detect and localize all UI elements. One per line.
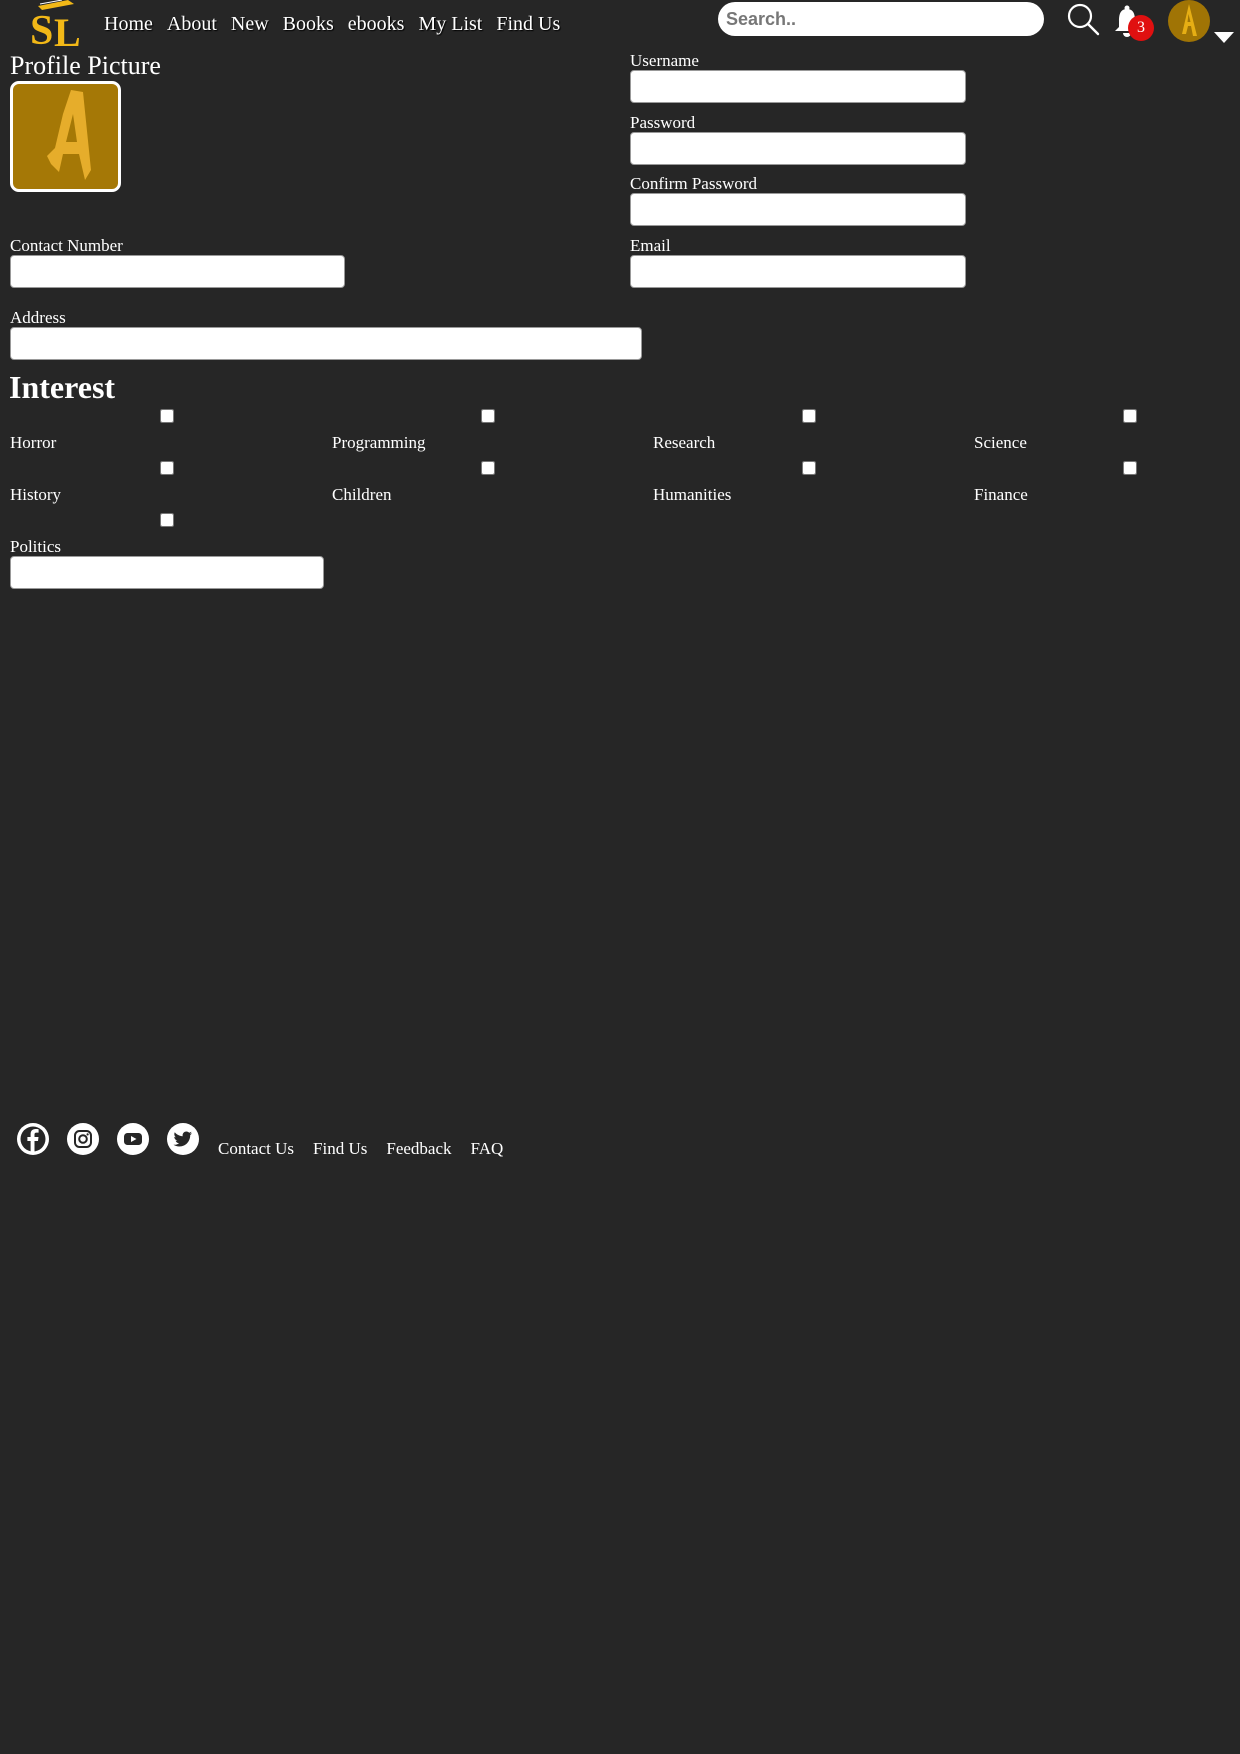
caret-down-icon[interactable] (1214, 32, 1234, 44)
nav-about[interactable]: About (167, 13, 217, 36)
footer-links: Contact Us Find Us Feedback FAQ (218, 1139, 522, 1159)
instagram-icon[interactable] (67, 1123, 99, 1155)
interest-checkbox-children[interactable] (481, 461, 495, 475)
address-label: Address (10, 308, 66, 327)
svg-text:S: S (30, 8, 53, 52)
facebook-glyph (20, 1126, 46, 1153)
avatar[interactable] (1168, 0, 1210, 42)
interest-label-finance: Finance (974, 485, 1028, 504)
address-field[interactable] (10, 327, 642, 360)
confirm-password-field[interactable] (630, 193, 966, 226)
nav-home[interactable]: Home (104, 13, 153, 36)
interest-label-history: History (10, 485, 61, 504)
contact-number-field[interactable] (10, 255, 345, 288)
email-field[interactable] (630, 255, 966, 288)
nav-books[interactable]: Books (283, 13, 334, 36)
youtube-icon[interactable] (117, 1123, 149, 1155)
username-label: Username (630, 51, 699, 70)
interest-label-programming: Programming (332, 433, 426, 452)
nav-ebooks[interactable]: ebooks (348, 13, 405, 36)
interest-checkbox-research[interactable] (802, 409, 816, 423)
logo-icon[interactable]: S L (28, 0, 86, 52)
nav-my-list[interactable]: My List (418, 13, 482, 36)
contact-number-label: Contact Number (10, 236, 123, 255)
notification-badge: 3 (1128, 15, 1154, 41)
profile-picture[interactable] (10, 81, 121, 192)
top-navbar: S L Home About New Books ebooks My List … (0, 0, 1240, 52)
interest-checkbox-science[interactable] (1123, 409, 1137, 423)
nav-find-us[interactable]: Find Us (496, 13, 560, 36)
interest-label-humanities: Humanities (653, 485, 732, 504)
interest-checkbox-humanities[interactable] (802, 461, 816, 475)
password-label: Password (630, 113, 696, 132)
twitter-glyph (173, 1131, 192, 1147)
main-nav: Home About New Books ebooks My List Find… (104, 13, 574, 36)
interest-label-science: Science (974, 433, 1027, 452)
interest-checkbox-horror[interactable] (160, 409, 174, 423)
footer-link-faq[interactable]: FAQ (471, 1139, 504, 1159)
profile-picture-label: Profile Picture (10, 51, 161, 80)
interest-label-horror: Horror (10, 433, 57, 452)
interest-heading: Interest (9, 369, 116, 405)
interest-other-field[interactable] (10, 556, 324, 589)
youtube-glyph (124, 1133, 142, 1145)
search-input[interactable] (718, 2, 1044, 36)
letter-a-avatar-icon (1182, 4, 1197, 36)
instagram-glyph (74, 1130, 92, 1148)
interest-label-research: Research (653, 433, 716, 452)
footer-link-feedback[interactable]: Feedback (386, 1139, 451, 1159)
interest-label-children: Children (332, 485, 392, 504)
footer-link-contact-us[interactable]: Contact Us (218, 1139, 294, 1159)
nav-new[interactable]: New (231, 13, 269, 36)
interest-label-politics: Politics (10, 537, 62, 556)
interest-checkbox-politics[interactable] (160, 513, 174, 527)
footer-link-find-us[interactable]: Find Us (313, 1139, 367, 1159)
confirm-password-label: Confirm Password (630, 174, 758, 193)
password-field[interactable] (630, 132, 966, 165)
letter-a-picture-icon (47, 90, 91, 180)
interest-checkbox-programming[interactable] (481, 409, 495, 423)
facebook-icon[interactable] (17, 1123, 49, 1155)
svg-text:L: L (54, 10, 81, 52)
twitter-icon[interactable] (167, 1123, 199, 1155)
email-label: Email (630, 236, 671, 255)
search-icon[interactable] (1066, 2, 1100, 36)
interest-checkbox-history[interactable] (160, 461, 174, 475)
username-field[interactable] (630, 70, 966, 103)
interest-checkbox-finance[interactable] (1123, 461, 1137, 475)
